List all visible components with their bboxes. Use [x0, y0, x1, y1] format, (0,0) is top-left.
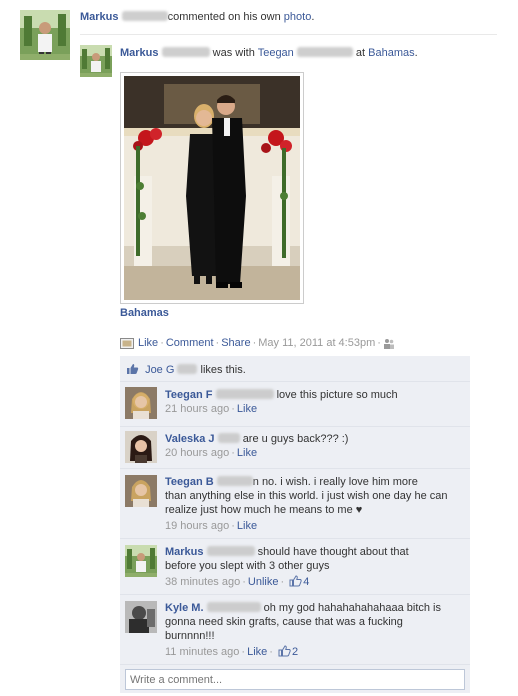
thumbs-up-icon — [127, 364, 139, 374]
commenter-name-link[interactable]: Kyle M. — [165, 602, 204, 614]
comment-time[interactable]: 19 hours ago — [165, 520, 229, 532]
comment-text: than anything else in this world. i just… — [165, 490, 448, 502]
comment-meta: 11 minutes ago · Like · 2 — [165, 645, 299, 658]
post-with-text: was with — [212, 47, 255, 59]
comment-like-button[interactable]: Like — [237, 403, 257, 415]
comment-like-count[interactable]: 4 — [303, 576, 309, 588]
comment-like-button[interactable]: Like — [237, 520, 257, 532]
commenter-name-link[interactable]: Teegan B — [165, 476, 214, 488]
thumbs-up-icon — [278, 645, 291, 657]
comment-text: love this picture so much — [276, 389, 398, 401]
comment-text: oh my god hahahahahahaaa bitch is — [263, 602, 441, 614]
post-author-avatar[interactable] — [80, 45, 112, 77]
thumbs-up-icon — [289, 575, 302, 587]
separator: · — [377, 337, 381, 349]
write-comment-row — [120, 665, 470, 693]
comment-body: Valeska J are u guys back??? :) 20 hours… — [165, 432, 465, 460]
post-at-text: at — [355, 47, 366, 59]
redacted-name — [177, 364, 198, 374]
post-end: . — [414, 47, 418, 59]
tagged-person-link[interactable]: Teegan — [258, 47, 294, 59]
comment-text: n no. i wish. i really love him more — [252, 476, 418, 488]
story-author-avatar[interactable] — [20, 10, 70, 60]
comment-unlike-button[interactable]: Unlike — [248, 576, 279, 588]
story-author-link[interactable]: Markus — [80, 11, 119, 23]
like-button[interactable]: Like — [138, 337, 158, 349]
redacted-name — [206, 546, 255, 556]
comment-text: before you slept with 3 other guys — [165, 560, 330, 572]
couple-photo — [124, 76, 300, 300]
comment-body: Teegan F love this picture so much 21 ho… — [165, 388, 465, 416]
comment-text: should have thought about that — [257, 546, 409, 558]
comment-body: Markus should have thought about that be… — [165, 545, 465, 589]
commenter-avatar[interactable] — [125, 387, 157, 419]
audience-friends-icon[interactable] — [383, 338, 395, 349]
comment-button[interactable]: Comment — [166, 337, 214, 349]
commenter-name-link[interactable]: Valeska J — [165, 433, 215, 445]
comment-meta: 20 hours ago · Like — [165, 447, 258, 459]
story-headline: Markus commented on his own photo. — [80, 11, 500, 23]
place-link[interactable]: Bahamas — [368, 47, 414, 59]
comment-meta: 38 minutes ago · Unlike · 4 — [165, 575, 310, 588]
album-title-link[interactable]: Bahamas — [120, 307, 169, 319]
post-timestamp[interactable]: May 11, 2011 at 4:53pm — [258, 337, 375, 349]
redacted-name — [296, 47, 353, 57]
post-headline: Markus was with Teegan at Bahamas. — [120, 47, 500, 59]
likes-row: Joe G likes this. — [120, 356, 470, 382]
comment-input[interactable] — [125, 669, 465, 690]
photo-icon — [120, 337, 134, 349]
commenter-name-link[interactable]: Markus — [165, 546, 204, 558]
comments-panel: Joe G likes this. Teegan F love this pic… — [120, 356, 470, 693]
story-end: . — [311, 11, 315, 23]
commenter-avatar[interactable] — [125, 475, 157, 507]
post-actions: Like · Comment · Share · May 11, 2011 at… — [120, 337, 470, 349]
post-author-link[interactable]: Markus — [120, 47, 159, 59]
commenter-avatar[interactable] — [125, 545, 157, 577]
likes-text: likes this. — [200, 364, 246, 376]
liker-link[interactable]: Joe G — [145, 364, 174, 376]
comment-body: Teegan B n no. i wish. i really love him… — [165, 475, 465, 533]
post-photo[interactable] — [120, 72, 304, 304]
comment-meta: 19 hours ago · Like — [165, 520, 258, 532]
comment-time[interactable]: 20 hours ago — [165, 447, 229, 459]
redacted-name — [215, 389, 274, 399]
comment-text: are u guys back??? :) — [242, 433, 349, 445]
comment-meta: 21 hours ago · Like — [165, 403, 258, 415]
separator: · — [252, 337, 257, 349]
comment-item: Teegan F love this picture so much 21 ho… — [120, 382, 470, 427]
share-button[interactable]: Share — [221, 337, 250, 349]
comment-body: Kyle M. oh my god hahahahahahaaa bitch i… — [165, 601, 465, 659]
redacted-name — [216, 476, 253, 486]
divider — [80, 34, 497, 35]
comment-text: burnnnn!!! — [165, 630, 215, 642]
separator: · — [160, 337, 164, 349]
redacted-name — [121, 11, 168, 21]
commenter-name-link[interactable]: Teegan F — [165, 389, 212, 401]
commenter-avatar[interactable] — [125, 601, 157, 633]
comment-item: Teegan B n no. i wish. i really love him… — [120, 469, 470, 539]
redacted-name — [206, 602, 261, 612]
comment-text: gonna need skin grafts, cause that was a… — [165, 616, 403, 628]
comment-text: realize just how much he means to me ♥ — [165, 504, 363, 516]
comment-like-button[interactable]: Like — [237, 447, 257, 459]
story-photo-link[interactable]: photo — [284, 11, 312, 23]
redacted-name — [217, 433, 240, 443]
separator: · — [215, 337, 220, 349]
story-action: commented on his own — [167, 11, 281, 23]
comment-time[interactable]: 38 minutes ago — [165, 576, 240, 588]
redacted-name — [161, 47, 210, 57]
comment-item: Valeska J are u guys back??? :) 20 hours… — [120, 427, 470, 469]
comment-like-count[interactable]: 2 — [292, 646, 298, 658]
comment-item: Markus should have thought about that be… — [120, 539, 470, 595]
comment-like-button[interactable]: Like — [247, 646, 267, 658]
comment-item: Kyle M. oh my god hahahahahahaaa bitch i… — [120, 595, 470, 665]
comment-time[interactable]: 11 minutes ago — [165, 646, 239, 658]
commenter-avatar[interactable] — [125, 431, 157, 463]
comment-time[interactable]: 21 hours ago — [165, 403, 229, 415]
